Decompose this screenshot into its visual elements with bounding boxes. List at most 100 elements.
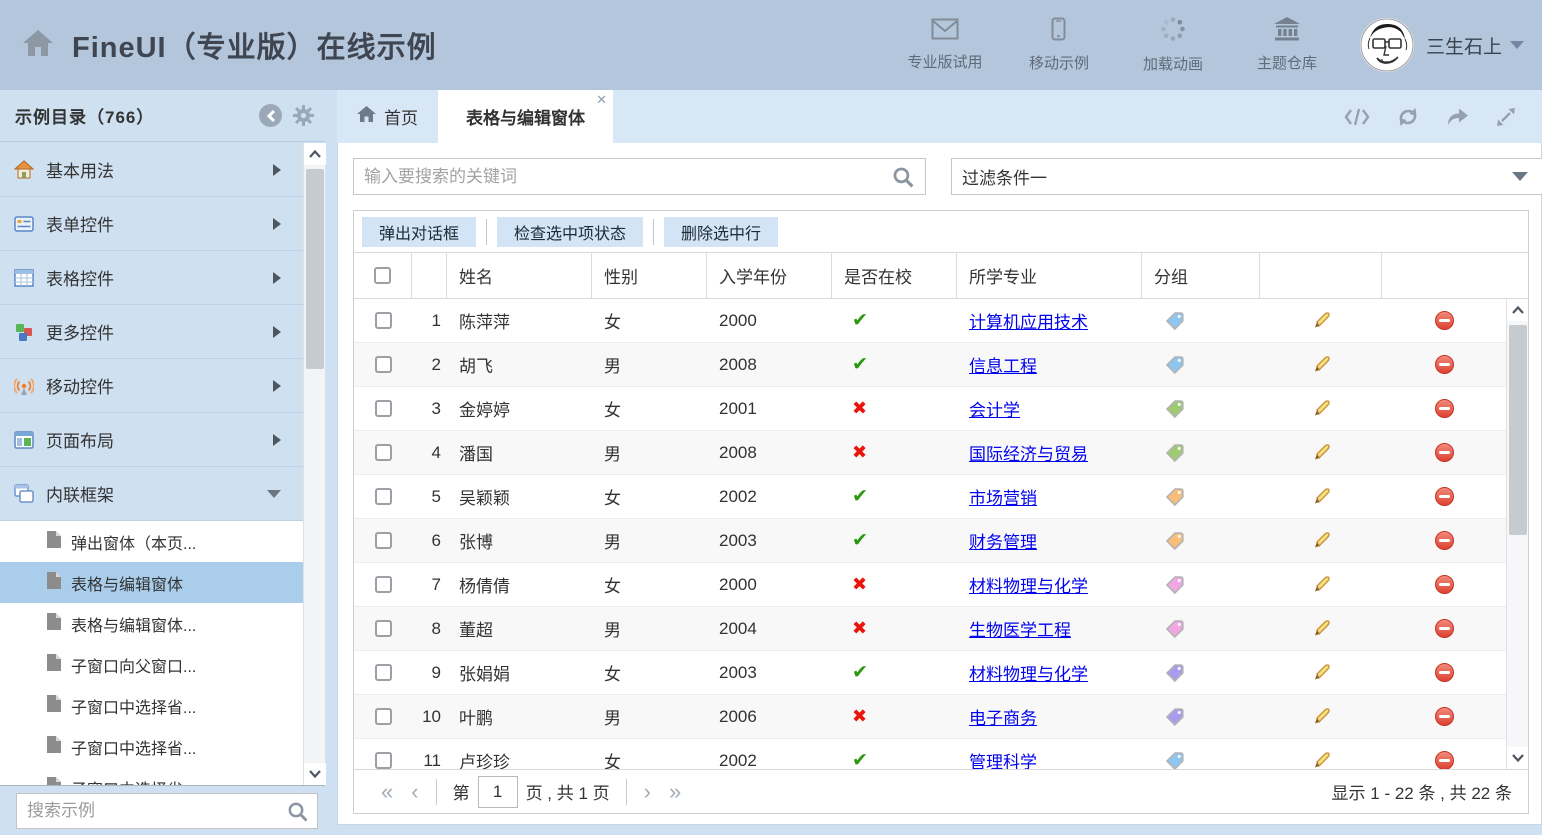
scroll-down-button[interactable] [304, 763, 326, 785]
keyword-search-input[interactable] [354, 159, 925, 194]
col-year[interactable]: 入学年份 [707, 253, 832, 298]
major-link[interactable]: 生物医学工程 [969, 616, 1071, 641]
mobile-demo-action[interactable]: 移动示例 [1020, 17, 1098, 73]
major-link[interactable]: 信息工程 [969, 352, 1037, 377]
edit-pencil-icon[interactable] [1311, 354, 1332, 375]
delete-icon[interactable] [1435, 751, 1454, 769]
edit-pencil-icon[interactable] [1311, 574, 1332, 595]
prev-page-button[interactable]: ‹ [402, 781, 427, 803]
delete-icon[interactable] [1435, 663, 1454, 682]
sidebar-subitem-child-to-parent[interactable]: 子窗口向父窗口... [0, 644, 303, 685]
major-link[interactable]: 计算机应用技术 [969, 308, 1088, 333]
page-number-input[interactable] [478, 776, 518, 808]
col-name[interactable]: 姓名 [447, 253, 592, 298]
edit-pencil-icon[interactable] [1311, 530, 1332, 551]
search-icon[interactable] [892, 166, 915, 194]
major-link[interactable]: 材料物理与化学 [969, 572, 1088, 597]
sidebar-subitem-grid-edit-window-2[interactable]: 表格与编辑窗体... [0, 603, 303, 644]
code-icon[interactable] [1344, 108, 1370, 126]
sidebar-subitem-select-province-1[interactable]: 子窗口中选择省... [0, 685, 303, 726]
delete-icon[interactable] [1435, 575, 1454, 594]
delete-icon[interactable] [1435, 443, 1454, 462]
row-checkbox[interactable] [354, 475, 412, 518]
edit-pencil-icon[interactable] [1311, 310, 1332, 331]
col-gender[interactable]: 性别 [592, 253, 707, 298]
last-page-button[interactable]: » [660, 781, 690, 803]
major-link[interactable]: 电子商务 [969, 704, 1037, 729]
major-link[interactable]: 国际经济与贸易 [969, 440, 1088, 465]
cell-gender: 女 [592, 475, 707, 518]
delete-icon[interactable] [1435, 619, 1454, 638]
row-checkbox[interactable] [354, 387, 412, 430]
tab-home[interactable]: 首页 [337, 90, 438, 143]
filter-dropdown[interactable]: 过滤条件一 [951, 158, 1542, 195]
row-checkbox[interactable] [354, 431, 412, 474]
scrollbar-thumb[interactable] [1509, 325, 1527, 535]
col-major[interactable]: 所学专业 [957, 253, 1142, 298]
edit-pencil-icon[interactable] [1311, 750, 1332, 769]
check-selection-button[interactable]: 检查选中项状态 [497, 217, 643, 247]
delete-icon[interactable] [1435, 399, 1454, 418]
gear-icon[interactable] [292, 104, 315, 127]
trial-action[interactable]: 专业版试用 [906, 18, 984, 72]
first-page-button[interactable]: « [372, 781, 402, 803]
scroll-up-button[interactable] [304, 143, 326, 165]
row-checkbox[interactable] [354, 343, 412, 386]
row-checkbox[interactable] [354, 299, 412, 342]
delete-icon[interactable] [1435, 707, 1454, 726]
row-checkbox[interactable] [354, 607, 412, 650]
col-in-school[interactable]: 是否在校 [832, 253, 957, 298]
scroll-down-button[interactable] [1507, 747, 1528, 769]
edit-pencil-icon[interactable] [1311, 442, 1332, 463]
major-link[interactable]: 材料物理与化学 [969, 660, 1088, 685]
sidebar-search-input[interactable] [17, 794, 317, 828]
delete-icon[interactable] [1435, 311, 1454, 330]
select-all-checkbox[interactable] [354, 253, 412, 298]
theme-repo-action[interactable]: 主题仓库 [1248, 17, 1326, 73]
delete-icon[interactable] [1435, 531, 1454, 550]
sidebar-item-more-controls[interactable]: 更多控件 [0, 305, 303, 359]
sidebar-item-iframe[interactable]: 内联框架 [0, 467, 303, 521]
scrollbar-thumb[interactable] [306, 169, 324, 369]
delete-icon[interactable] [1435, 487, 1454, 506]
sidebar-item-grid-controls[interactable]: 表格控件 [0, 251, 303, 305]
sidebar-subitem-select-province-2[interactable]: 子窗口中选择省... [0, 726, 303, 767]
refresh-icon[interactable] [1397, 107, 1419, 127]
sidebar-subitem-select-province-3[interactable]: 子窗口中选择省 [0, 767, 303, 785]
loading-anim-action[interactable]: 加载动画 [1134, 16, 1212, 74]
sidebar-subitem-grid-edit-window[interactable]: 表格与编辑窗体 [0, 562, 303, 603]
scroll-up-button[interactable] [1507, 299, 1528, 321]
sidebar-subitem-popup-window[interactable]: 弹出窗体（本页... [0, 521, 303, 562]
row-checkbox[interactable] [354, 519, 412, 562]
major-link[interactable]: 会计学 [969, 396, 1020, 421]
sidebar-item-form-controls[interactable]: 表单控件 [0, 197, 303, 251]
header-actions: 专业版试用 移动示例 加载动画 主题仓库 [906, 16, 1326, 74]
major-link[interactable]: 管理科学 [969, 748, 1037, 769]
user-menu[interactable]: 三生石上 [1360, 18, 1524, 72]
col-group[interactable]: 分组 [1142, 253, 1260, 298]
row-checkbox[interactable] [354, 739, 412, 769]
delete-icon[interactable] [1435, 355, 1454, 374]
close-icon[interactable]: ✕ [596, 93, 607, 106]
edit-pencil-icon[interactable] [1311, 662, 1332, 683]
sidebar-item-basic-usage[interactable]: 基本用法 [0, 143, 303, 197]
next-page-button[interactable]: › [635, 781, 660, 803]
edit-pencil-icon[interactable] [1311, 706, 1332, 727]
search-icon[interactable] [287, 801, 309, 828]
sidebar-item-page-layout[interactable]: 页面布局 [0, 413, 303, 467]
sidebar-item-mobile-controls[interactable]: 移动控件 [0, 359, 303, 413]
edit-pencil-icon[interactable] [1311, 486, 1332, 507]
delete-rows-button[interactable]: 删除选中行 [664, 217, 778, 247]
edit-pencil-icon[interactable] [1311, 398, 1332, 419]
major-link[interactable]: 市场营销 [969, 484, 1037, 509]
collapse-sidebar-button[interactable] [259, 104, 282, 127]
row-checkbox[interactable] [354, 563, 412, 606]
expand-icon[interactable] [1496, 107, 1516, 127]
row-checkbox[interactable] [354, 695, 412, 738]
share-arrow-icon[interactable] [1446, 107, 1469, 126]
row-checkbox[interactable] [354, 651, 412, 694]
open-dialog-button[interactable]: 弹出对话框 [362, 217, 476, 247]
tab-grid-edit-window[interactable]: 表格与编辑窗体 ✕ [438, 90, 613, 143]
major-link[interactable]: 财务管理 [969, 528, 1037, 553]
edit-pencil-icon[interactable] [1311, 618, 1332, 639]
